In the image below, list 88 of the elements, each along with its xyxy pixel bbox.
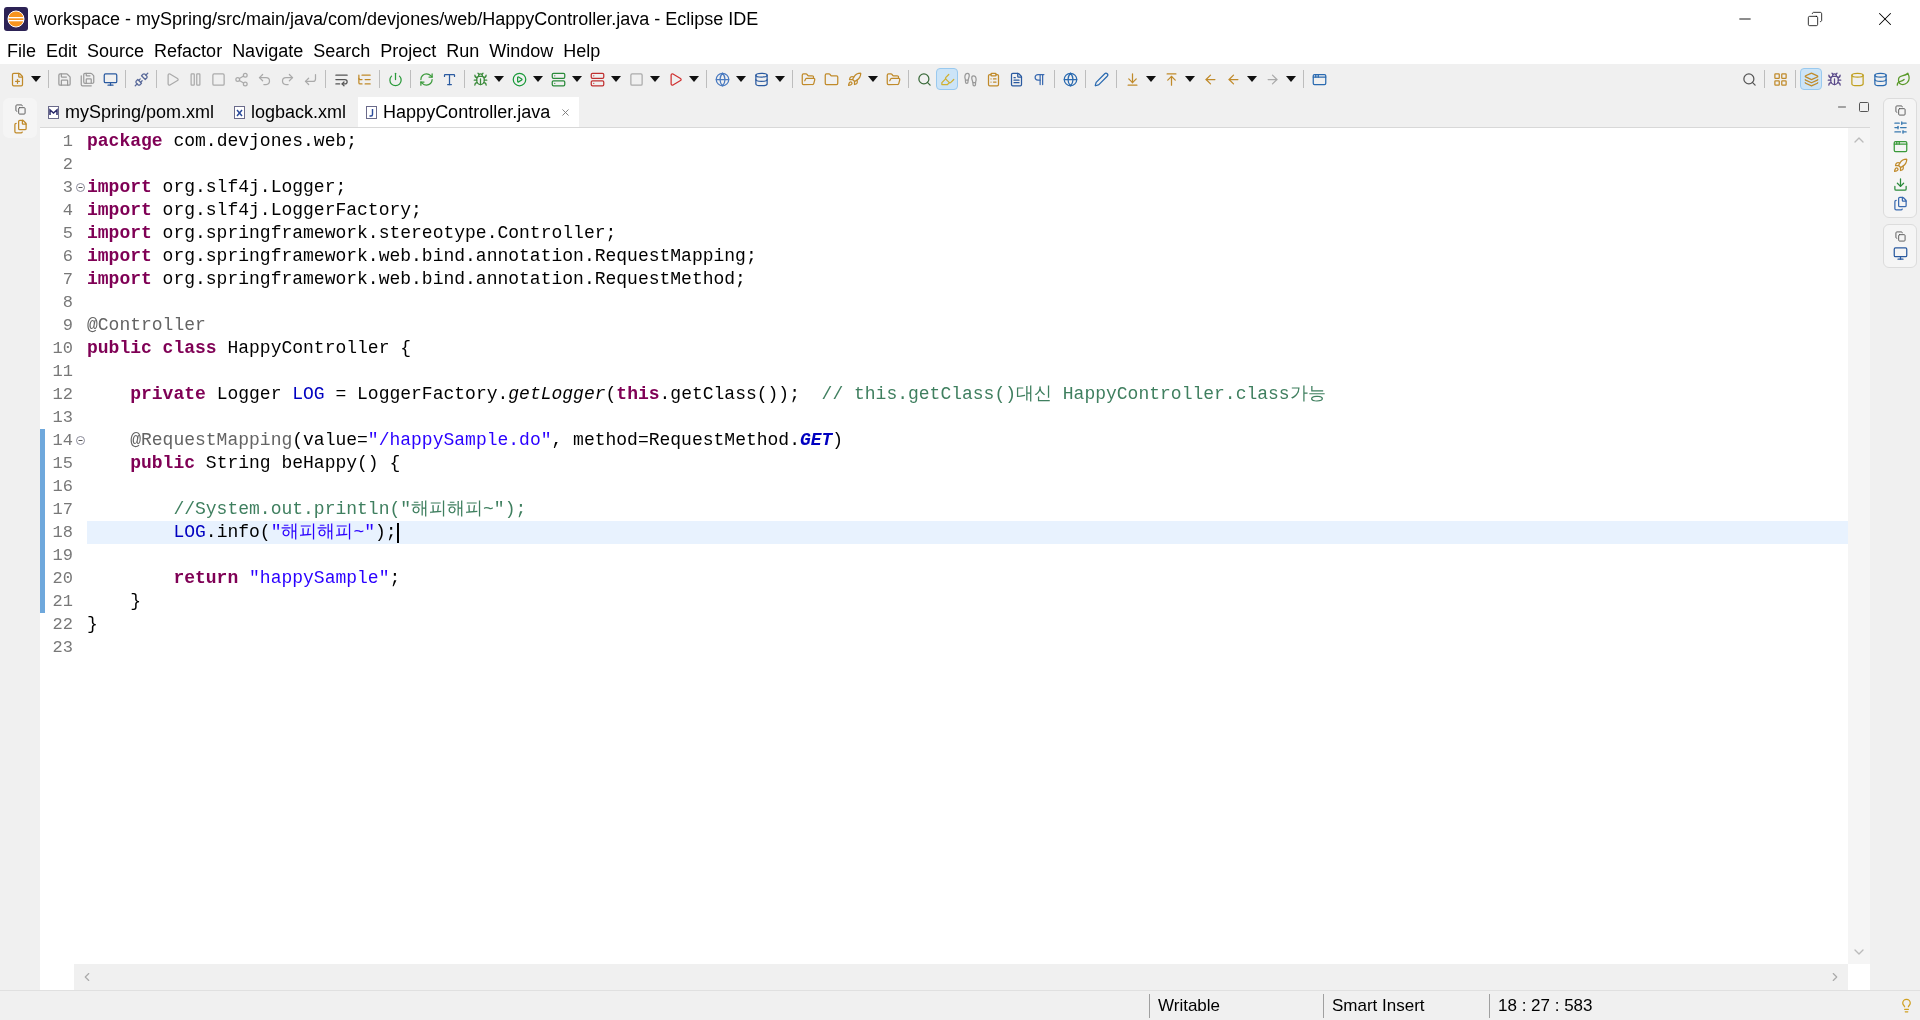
menu-item[interactable]: Refactor (149, 37, 228, 65)
code-line: import org.springframework.web.bind.annotation.RequestMethod; (87, 268, 746, 291)
menu-item[interactable]: Project (375, 37, 442, 65)
cursor-position: 18 : 27 : 583 (1498, 994, 1593, 1017)
caret-icon[interactable] (736, 76, 746, 82)
caret-icon[interactable] (1247, 76, 1257, 82)
code-line: import org.springframework.web.bind.annotation.RequestMapping; (87, 245, 757, 268)
code-line: import org.slf4j.Logger; (87, 176, 347, 199)
restore-icon[interactable] (1894, 105, 1906, 116)
monitor-icon[interactable] (1892, 246, 1908, 261)
caret-icon[interactable] (611, 76, 621, 82)
code-line: //System.out.println("해피해피~"); (172, 498, 527, 521)
caret-icon[interactable] (689, 76, 699, 82)
line-number: 11 (51, 360, 73, 383)
line-number: 19 (51, 544, 73, 567)
restore-icon[interactable] (14, 104, 26, 115)
line-number: 10 (51, 337, 73, 360)
code-line: @Controller (87, 314, 206, 337)
line-number: 8 (61, 291, 73, 314)
text-cursor (396, 522, 399, 543)
menu-item[interactable]: Source (82, 37, 150, 65)
caret-icon[interactable] (494, 76, 504, 82)
line-number: 1 (61, 130, 73, 153)
restore-icon[interactable] (1807, 11, 1823, 27)
restore-icon[interactable] (1894, 231, 1906, 242)
download-icon[interactable] (1892, 177, 1908, 192)
line-number: 12 (51, 383, 73, 406)
caret-icon[interactable] (775, 76, 785, 82)
console-icon[interactable] (1892, 139, 1908, 154)
code-line: @RequestMapping(value="/happySample.do", method=RequestMethod.GET) (129, 429, 844, 452)
code-line: private Logger LOG = LoggerFactory.getLogger(this.getClass()); // this.getClass()대신 HappyController.class가능 (129, 383, 1326, 406)
app-logo-icon (4, 7, 28, 31)
code-line: return "happySample"; (172, 567, 401, 590)
editor-tab[interactable]: HappyController.java (358, 97, 580, 127)
menu-item[interactable]: Edit (41, 37, 83, 65)
menu-item[interactable]: Help (558, 37, 606, 65)
line-number: 16 (51, 475, 73, 498)
code-line: public class HappyController { (87, 337, 412, 360)
line-number: 21 (51, 590, 73, 613)
code-line: LOG.info("해피해피~"); (172, 521, 397, 544)
rocket-icon[interactable] (1892, 158, 1908, 173)
line-number: 17 (51, 498, 73, 521)
line-number: 13 (51, 406, 73, 429)
code-line: } (87, 613, 98, 636)
sliders-icon[interactable] (1892, 120, 1908, 135)
line-number: 3 (61, 176, 73, 199)
line-number: 14 (51, 429, 73, 452)
line-number: 22 (51, 613, 73, 636)
window-title: workspace - mySpring/src/main/java/com/devjones/web/HappyController.java - Eclipse IDE (34, 7, 759, 31)
line-number: 18 (51, 521, 73, 544)
line-number: 7 (61, 268, 73, 291)
code-line: package com.devjones.web; (87, 130, 358, 153)
caret-icon[interactable] (31, 76, 41, 82)
line-number: 5 (61, 222, 73, 245)
menu-item[interactable]: Window (484, 37, 559, 65)
maximize-icon[interactable] (1858, 101, 1870, 113)
line-number: 23 (51, 636, 73, 659)
code-line: } (129, 590, 141, 613)
code-line: public String beHappy() { (129, 452, 401, 475)
caret-icon[interactable] (533, 76, 543, 82)
caret-icon[interactable] (1286, 76, 1296, 82)
lightbulb-icon[interactable] (1899, 998, 1914, 1013)
line-number: 20 (51, 567, 73, 590)
menu-item[interactable]: Search (308, 37, 376, 65)
caret-icon[interactable] (1146, 76, 1156, 82)
line-number: 9 (61, 314, 73, 337)
caret-icon[interactable] (1185, 76, 1195, 82)
menu-item[interactable]: Run (441, 37, 485, 65)
files-icon[interactable] (1892, 196, 1908, 211)
fold-icon[interactable] (75, 436, 85, 445)
menu-item[interactable]: Navigate (227, 37, 309, 65)
status-text: Writable (1158, 994, 1221, 1017)
status-text: Smart Insert (1332, 994, 1425, 1017)
line-number: 2 (61, 153, 73, 176)
fold-icon[interactable] (75, 183, 85, 192)
line-number: 6 (61, 245, 73, 268)
menu-item[interactable]: File (2, 37, 41, 65)
xml-file-icon (234, 105, 246, 119)
caret-icon[interactable] (650, 76, 660, 82)
java-file-icon (366, 105, 378, 119)
code-line: import org.slf4j.LoggerFactory; (87, 199, 422, 222)
line-number: 15 (51, 452, 73, 475)
package-explorer-icon[interactable] (12, 119, 28, 134)
code-line: import org.springframework.stereotype.Controller; (87, 222, 617, 245)
caret-icon[interactable] (572, 76, 582, 82)
maven-file-icon (48, 105, 59, 119)
caret-icon[interactable] (868, 76, 878, 82)
line-number: 4 (61, 199, 73, 222)
